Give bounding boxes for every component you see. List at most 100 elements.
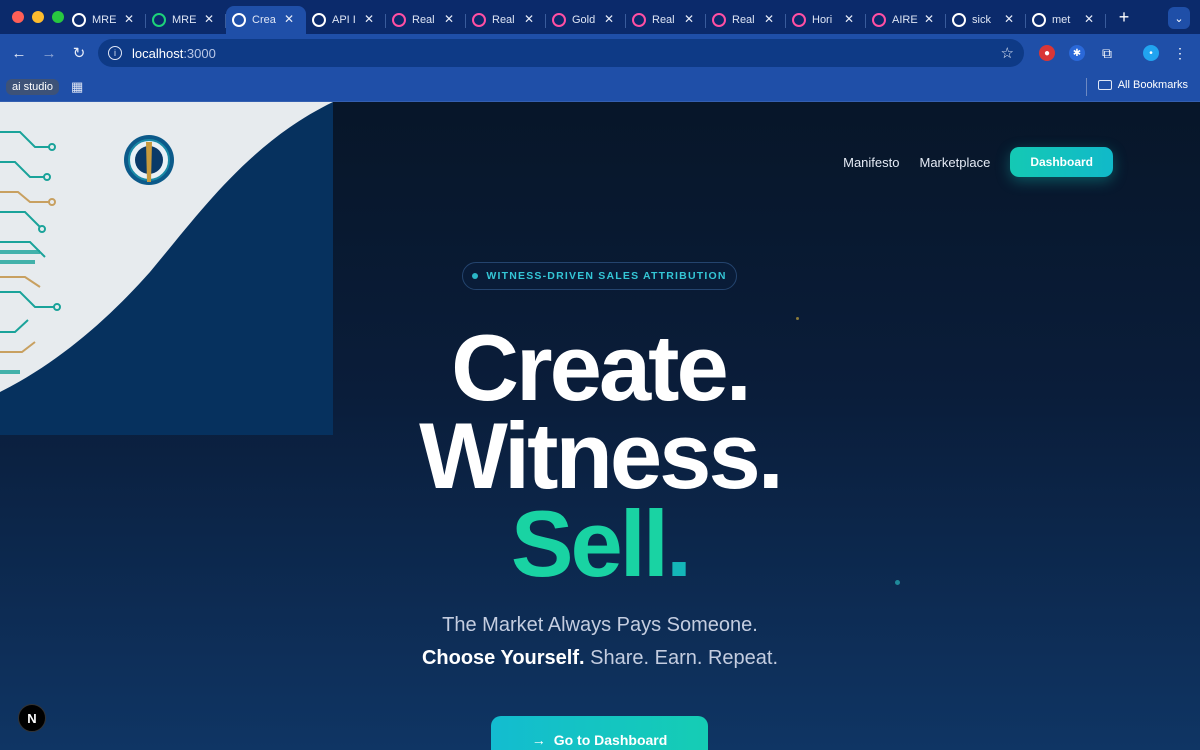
browser-toolbar: ← → ↻ i localhost:3000 ☆ ● ✱ ⧉ • ⋮ [0, 34, 1200, 72]
folder-icon [1097, 80, 1112, 90]
badge-dot-icon [472, 273, 479, 279]
tab-title: Real [492, 14, 515, 26]
browser-tab[interactable]: MRE ✕ [66, 6, 146, 34]
landing-page: Manifesto Marketplace Dashboard WITNESS-… [0, 102, 1200, 750]
close-tab-icon[interactable]: ✕ [1084, 12, 1094, 26]
gear-extension-icon[interactable]: ✱ [1069, 45, 1085, 61]
new-tab-button[interactable]: + [1112, 7, 1136, 28]
url-host: localhost [132, 45, 184, 61]
tab-title: Crea [252, 14, 276, 26]
hero-tagline-rest: Share. Earn. Repeat. [584, 647, 779, 669]
close-tab-icon[interactable]: ✕ [284, 12, 294, 26]
refresh-square-icon [312, 13, 326, 27]
browser-tab[interactable]: Real ✕ [466, 6, 546, 34]
pink-dots-icon [632, 13, 646, 27]
browser-tab[interactable]: AIRE ✕ [866, 6, 946, 34]
cta-label: Go to Dashboard [553, 732, 668, 748]
pink-dots-icon [472, 13, 486, 27]
nav-link-manifesto[interactable]: Manifesto [843, 155, 899, 170]
github-icon [952, 13, 966, 27]
forward-arrow-icon[interactable]: → [34, 45, 64, 62]
browser-tab[interactable]: sick ✕ [946, 6, 1026, 34]
extensions-puzzle-icon[interactable]: ⧉ [1099, 45, 1115, 61]
browser-tab[interactable]: API I ✕ [306, 6, 386, 34]
bookmarks-bar: ai studio ▦ All Bookmarks [0, 72, 1200, 102]
close-tab-icon[interactable]: ✕ [844, 12, 854, 26]
back-arrow-icon[interactable]: ← [4, 45, 34, 62]
pink-dots-icon [712, 13, 726, 27]
dashboard-button[interactable]: Dashboard [1010, 147, 1113, 177]
tab-title: Real [652, 14, 675, 26]
close-tab-icon[interactable]: ✕ [684, 12, 694, 26]
close-tab-icon[interactable]: ✕ [444, 12, 454, 26]
close-tab-icon[interactable]: ✕ [764, 12, 774, 26]
nextjs-dev-icon[interactable]: N [18, 704, 46, 732]
profile-avatar[interactable]: • [1143, 45, 1159, 61]
go-to-dashboard-button[interactable]: → Go to Dashboard [491, 716, 708, 750]
browser-tab[interactable]: MRE ✕ [146, 6, 226, 34]
tab-title: met [1052, 14, 1071, 26]
tab-separator [1105, 14, 1106, 28]
close-tab-icon[interactable]: ✕ [1004, 12, 1014, 26]
url-port: :3000 [183, 45, 216, 61]
hero-tagline-bold: Choose Yourself. [421, 647, 585, 669]
reload-icon[interactable]: ↻ [64, 44, 94, 62]
bookmark-ai-studio[interactable]: ai studio [6, 78, 59, 95]
headline-create: Create. [451, 315, 752, 420]
close-tab-icon[interactable]: ✕ [364, 12, 374, 26]
bolt-icon [152, 13, 166, 27]
bookmarks-divider [1086, 78, 1087, 96]
close-tab-icon[interactable]: ✕ [204, 12, 214, 26]
pink-dots-icon [792, 13, 806, 27]
browser-tab[interactable]: met ✕ [1026, 6, 1106, 34]
pink-dots-icon [392, 13, 406, 27]
tab-title: Hori [812, 14, 833, 26]
close-tab-icon[interactable]: ✕ [604, 12, 614, 26]
close-tab-icon[interactable]: ✕ [924, 12, 934, 26]
pink-dots-icon [552, 13, 566, 27]
tab-title: Real [732, 14, 755, 26]
minimize-window-button[interactable] [32, 11, 44, 23]
nav-link-marketplace[interactable]: Marketplace [920, 155, 991, 170]
tab-title: sick [972, 14, 991, 26]
address-bar[interactable]: i localhost:3000 ☆ [98, 39, 1024, 67]
browser-tab[interactable]: Real ✕ [386, 6, 466, 34]
site-nav: Manifesto Marketplace Dashboard [843, 147, 1113, 177]
browser-tab[interactable]: Crea ✕ [226, 6, 306, 34]
google-icon [1032, 13, 1046, 27]
close-tab-icon[interactable]: ✕ [524, 12, 534, 26]
tab-title: AIRE [892, 14, 918, 26]
all-bookmarks-label: All Bookmarks [1117, 79, 1188, 91]
bookmark-star-icon[interactable]: ☆ [1001, 44, 1014, 62]
all-bookmarks-button[interactable]: All Bookmarks [1097, 79, 1188, 91]
headline-sell-word: Sell [510, 491, 669, 596]
background-sparkle [895, 580, 900, 585]
kebab-menu-icon[interactable]: ⋮ [1172, 45, 1188, 61]
headline-witness: Witness. [419, 403, 784, 508]
pink-dots-icon [872, 13, 886, 27]
browser-tab[interactable]: Real ✕ [706, 6, 786, 34]
site-info-icon[interactable]: i [108, 46, 122, 60]
browser-tab[interactable]: Real ✕ [626, 6, 706, 34]
close-tab-icon[interactable]: ✕ [124, 12, 134, 26]
tab-title: MRE [92, 14, 117, 26]
headline-sell-dot: . [666, 491, 692, 596]
hero-tagline: Choose Yourself. Share. Earn. Repeat. [0, 647, 1200, 670]
pokeball-extension-icon[interactable]: ● [1039, 45, 1055, 61]
background-sparkle [796, 317, 799, 320]
app-logo-icon [124, 135, 174, 185]
browser-tab[interactable]: Hori ✕ [786, 6, 866, 34]
triangle-icon [232, 13, 246, 27]
browser-tab[interactable]: Gold ✕ [546, 6, 626, 34]
tab-search-button[interactable]: ⌄ [1168, 7, 1190, 29]
tab-title: Gold [572, 14, 596, 26]
window-controls [0, 11, 66, 23]
zoom-window-button[interactable] [52, 11, 64, 23]
apps-grid-icon[interactable]: ▦ [71, 79, 83, 95]
arrow-right-icon: → [531, 732, 546, 748]
close-window-button[interactable] [12, 11, 24, 23]
tab-title: Real [412, 14, 435, 26]
tab-strip: MRE ✕ MRE ✕ Crea ✕ API I ✕ Real ✕ Real ✕ Gold ✕ Real ✕ R… [0, 0, 1200, 34]
hero-subtitle: The Market Always Pays Someone. [442, 614, 758, 636]
circle-logo-icon [72, 13, 86, 27]
